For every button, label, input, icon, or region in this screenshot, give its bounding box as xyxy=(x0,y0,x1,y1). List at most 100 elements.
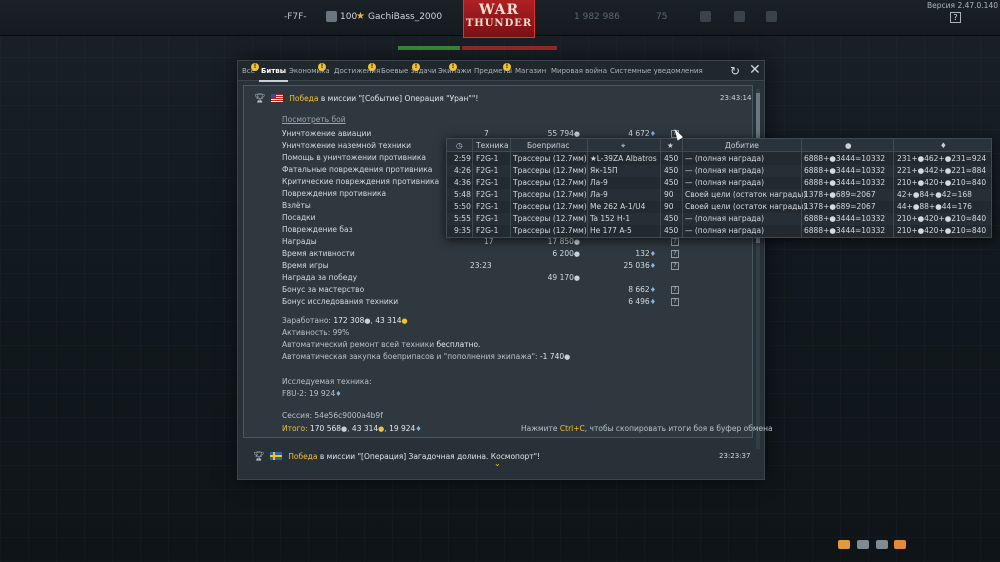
username[interactable]: GachiBass_2000 xyxy=(368,12,442,22)
war-thunder-logo[interactable]: WAR THUNDER xyxy=(463,0,535,38)
help-button[interactable]: ? xyxy=(950,12,961,23)
reward-label: Награды xyxy=(282,237,317,246)
reward-label: Критические повреждения противника xyxy=(282,177,440,186)
kill-target: Ta 152 H-1 xyxy=(590,214,631,223)
kill-time: 2:59 xyxy=(454,154,471,163)
tab-achievements[interactable]: ! Достижения xyxy=(334,63,380,75)
kill-row: 5:55 F2G-1 Трассеры (12.7мм) Ta 152 H-1 450 —… xyxy=(447,213,991,225)
reward-row: Бонус исследования техники xyxy=(282,297,398,307)
tab-shop[interactable]: Магазин xyxy=(515,67,546,75)
sweden-flag-icon xyxy=(269,452,282,460)
total-rp: 19 924 xyxy=(389,424,416,433)
kill-time: 5:50 xyxy=(454,202,471,211)
copy-hint: Нажмите Ctrl+C, чтобы скопировать итоги … xyxy=(521,424,773,433)
reward-row: Помощь в уничтожении противника xyxy=(282,153,426,163)
research-points-icon: ♦ xyxy=(649,262,656,270)
kill-rp-reward: 210+●420+●210=840 xyxy=(897,226,987,235)
kill-ammo: Трассеры (12.7мм) xyxy=(513,178,587,187)
reward-label: Уничтожение наземной техники xyxy=(282,141,411,150)
notification-icon[interactable] xyxy=(700,11,711,22)
reward-row: Повреждение баз xyxy=(282,225,353,235)
chat-icon[interactable] xyxy=(876,540,888,549)
reward-row: Награда за победу xyxy=(282,273,357,283)
tab-economy[interactable]: ! Экономика xyxy=(289,63,330,75)
silver-lions-icon: ● xyxy=(573,250,580,258)
close-icon[interactable]: ✕ xyxy=(749,62,761,78)
silver-lions-icon: ● xyxy=(341,425,348,433)
research-points-icon: ♦ xyxy=(649,298,656,306)
earned-gold: 43 314 xyxy=(375,316,402,325)
research-points-icon: ♦ xyxy=(335,390,342,398)
kill-finish: — (полная награда) xyxy=(685,166,764,175)
repair-free: бесплатно. xyxy=(436,340,481,349)
column-divider xyxy=(682,139,683,237)
kill-rp-reward: 221+●442+●221=884 xyxy=(897,166,987,175)
total-gold: 43 314 xyxy=(351,424,379,433)
refresh-icon[interactable]: ↻ xyxy=(730,64,740,78)
kill-score: 450 xyxy=(664,154,679,163)
kill-target: ★L-39ZA Albatros xyxy=(590,154,657,163)
warning-icon: ! xyxy=(503,63,511,71)
event-icon[interactable] xyxy=(838,540,850,549)
tab-crews[interactable]: ! Экипажи xyxy=(438,63,471,75)
kill-ammo: Трассеры (12.7мм) xyxy=(513,214,587,223)
reward-row: Критические повреждения противника xyxy=(282,177,439,187)
kill-target: Me 262 A-1/U4 xyxy=(590,202,646,211)
kill-rp-reward: 210+●420+●210=840 xyxy=(897,214,987,223)
info-button[interactable]: ? xyxy=(671,250,679,258)
mission-text: в миссии "[Событие] Операция "Уран""! xyxy=(318,94,479,103)
reward-label: Время игры xyxy=(282,261,329,270)
wallet-icon[interactable] xyxy=(734,11,745,22)
victory-label: Победа xyxy=(288,452,318,461)
star-icon: ★ xyxy=(356,11,365,22)
kills-detail-tooltip: ◷ Техника Боеприпас ⌖ ★ Добитие ● ♦ 2:59… xyxy=(446,138,992,238)
kill-score: 450 xyxy=(664,226,679,235)
kill-vehicle: F2G-1 xyxy=(476,178,499,187)
column-divider xyxy=(801,139,802,237)
tab-items[interactable]: ! Предметы xyxy=(474,63,512,75)
squad-icon[interactable] xyxy=(857,540,869,549)
logo-line-1: WAR xyxy=(478,2,520,18)
mail-icon[interactable] xyxy=(894,540,906,549)
restock-value: -1 740 xyxy=(539,352,565,361)
research-points-icon: ♦ xyxy=(415,425,422,433)
view-battle-link[interactable]: Посмотреть бой xyxy=(282,115,346,124)
reward-row: Фатальные повреждения противника xyxy=(282,165,432,175)
tab-system-notifications[interactable]: Системные уведомления xyxy=(610,67,703,75)
warning-icon: ! xyxy=(449,63,457,71)
trophy-icon: 🏆︎ xyxy=(254,94,266,104)
info-button[interactable]: ? xyxy=(671,298,679,306)
kill-row: 4:36 F2G-1 Трассеры (12.7мм) Ла-9 450 — (полн… xyxy=(447,177,991,189)
tab-world-war[interactable]: Мировая война xyxy=(551,67,607,75)
kill-row: 5:48 F2G-1 Трассеры (12.7мм) Ла-9 90 Своей це… xyxy=(447,189,991,201)
info-button[interactable]: ? xyxy=(671,262,679,270)
kill-score: 450 xyxy=(664,166,679,175)
kill-rp-reward: 231+●462+●231=924 xyxy=(897,154,987,163)
researched-vehicle-name: F8U-2: xyxy=(282,389,309,398)
reward-sl: 17 850● xyxy=(530,237,580,246)
silver-lions-icon: ● xyxy=(573,130,580,138)
info-button[interactable]: ? xyxy=(671,286,679,294)
kill-sl-reward: 1378+●689=2067 xyxy=(804,202,876,211)
repair-info: Автоматический ремонт всей техники беспл… xyxy=(282,340,480,349)
tab-label: Битвы xyxy=(261,67,287,75)
kill-finish: — (полная награда) xyxy=(685,226,764,235)
reward-rp-value: 8 662 xyxy=(628,285,650,294)
info-button[interactable]: ? xyxy=(671,238,679,246)
team-bar-red xyxy=(462,46,557,50)
activity-value: Активность: 99% xyxy=(282,328,350,337)
restock-text: Автоматическая закупка боеприпасов и "по… xyxy=(282,352,540,361)
chevron-down-icon[interactable]: ⌄ xyxy=(494,459,501,468)
tab-battle-tasks[interactable]: ! Боевые задачи xyxy=(381,63,437,75)
reward-label: Уничтожение авиации xyxy=(282,129,372,138)
kill-target: Ла-9 xyxy=(590,178,608,187)
premium-icon[interactable] xyxy=(766,11,777,22)
reward-row: Посадки xyxy=(282,213,316,223)
total-summary: Итого: 170 568●, 43 314●, 19 924♦ xyxy=(282,424,422,433)
tab-label: Боевые задачи xyxy=(381,67,437,75)
kill-finish: — (полная награда) xyxy=(685,214,764,223)
tab-battles[interactable]: ! Битвы xyxy=(251,63,289,82)
kill-vehicle: F2G-1 xyxy=(476,214,499,223)
warning-icon: ! xyxy=(318,63,326,71)
squad-tag[interactable]: -F7F- xyxy=(284,12,307,22)
